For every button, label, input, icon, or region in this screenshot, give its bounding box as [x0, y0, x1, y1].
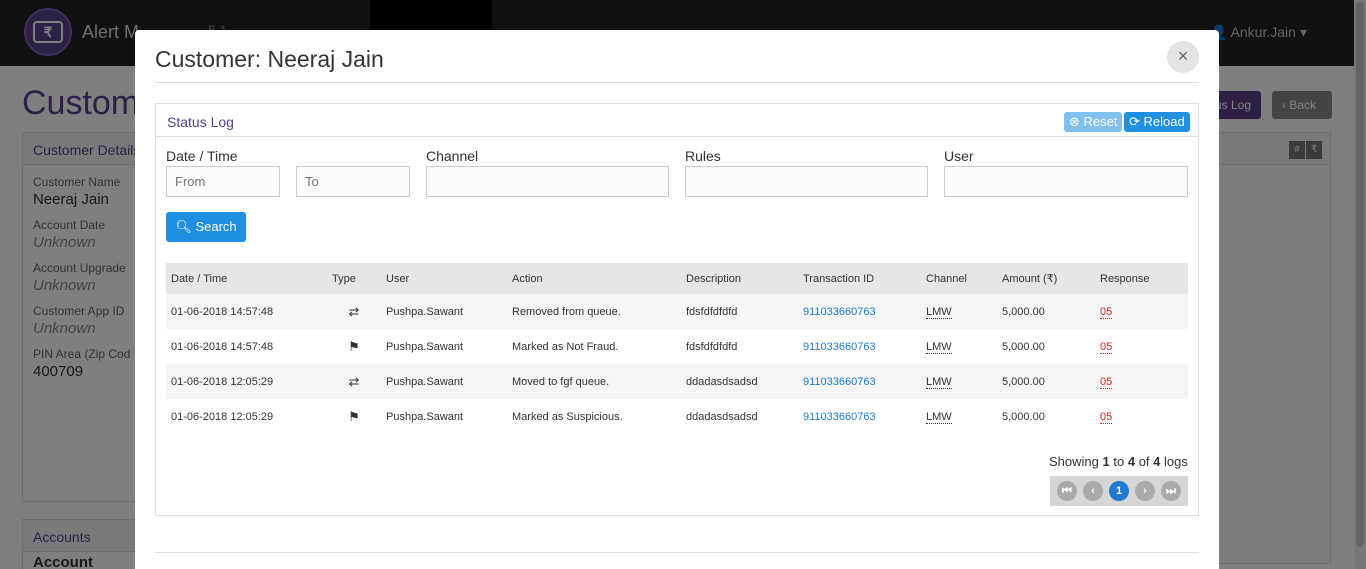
cell-datetime: 01-06-2018 14:57:48 — [171, 305, 274, 318]
search-icon: 🔍︎ — [175, 219, 196, 234]
table-row: 01-06-2018 14:57:48 ⇄ Pushpa.Sawant Remo… — [166, 294, 1188, 329]
reset-icon: ⊗ — [1069, 114, 1084, 129]
cell-amount: 5,000.00 — [1002, 410, 1045, 423]
transfer-icon: ⇄ — [348, 303, 360, 319]
search-button[interactable]: 🔍︎ Search — [166, 212, 246, 242]
modal-title: Customer: Neeraj Jain — [155, 46, 384, 72]
cell-action: Marked as Suspicious. — [512, 410, 623, 423]
col-header[interactable]: Description — [681, 273, 798, 285]
prev-page-icon[interactable]: ‹ — [1083, 481, 1103, 501]
reset-button[interactable]: ⊗ Reset — [1064, 112, 1123, 132]
to-date-input[interactable] — [296, 166, 410, 197]
cell-user: Pushpa.Sawant — [386, 305, 464, 318]
rules-input[interactable] — [685, 166, 928, 197]
panel-title: Status Log — [167, 114, 234, 130]
cell-description: fdsfdfdfdfd — [686, 340, 738, 353]
cell-datetime: 01-06-2018 12:05:29 — [171, 410, 274, 423]
cell-amount: 5,000.00 — [1002, 340, 1045, 353]
col-header[interactable]: Response — [1095, 273, 1185, 285]
page-number[interactable]: 1 — [1109, 481, 1129, 501]
customer-modal: Customer: Neeraj Jain × Status Log ⊗ Res… — [135, 30, 1219, 569]
user-input[interactable] — [944, 166, 1188, 197]
cell-channel: LMW — [926, 340, 952, 354]
showing-prefix: Showing — [1049, 454, 1099, 469]
cell-response: 05 — [1100, 410, 1113, 424]
table-row: 01-06-2018 12:05:29 ⚑ Pushpa.Sawant Mark… — [166, 399, 1188, 434]
search-label: Search — [195, 219, 237, 234]
reload-icon: ⟳ — [1129, 114, 1144, 129]
cell-channel: LMW — [926, 305, 952, 319]
cell-description: ddadasdsadsd — [686, 410, 758, 423]
col-header[interactable]: Channel — [921, 273, 997, 285]
cell-action: Removed from queue. — [512, 305, 621, 318]
close-icon[interactable]: × — [1167, 41, 1199, 73]
status-log-panel: Status Log ⊗ Reset ⟳ Reload Date / Time … — [155, 103, 1199, 516]
showing-suffix: logs — [1164, 454, 1188, 469]
col-header[interactable]: Action — [507, 273, 681, 285]
rules-label: Rules — [685, 148, 721, 164]
cell-datetime: 01-06-2018 12:05:29 — [171, 375, 274, 388]
showing-to-word: to — [1113, 454, 1125, 469]
col-header[interactable]: Type — [327, 273, 381, 285]
showing-of-word: of — [1138, 454, 1150, 469]
table-row: 01-06-2018 12:05:29 ⇄ Pushpa.Sawant Move… — [166, 364, 1188, 399]
from-date-input[interactable] — [166, 166, 280, 197]
transaction-link[interactable]: 911033660763 — [803, 376, 876, 388]
cell-response: 05 — [1100, 340, 1113, 354]
date-label: Date / Time — [166, 148, 238, 164]
cell-channel: LMW — [926, 410, 952, 424]
transaction-link[interactable]: 911033660763 — [803, 411, 876, 423]
cell-datetime: 01-06-2018 14:57:48 — [171, 340, 274, 353]
col-header[interactable]: Amount (₹) — [997, 272, 1095, 285]
showing-to: 4 — [1127, 454, 1136, 469]
last-page-icon[interactable]: ⏭ — [1161, 481, 1181, 501]
showing-from: 1 — [1102, 454, 1110, 469]
status-log-table: Date / Time Type User Action Description… — [166, 263, 1188, 434]
flag-icon: ⚑ — [348, 338, 360, 354]
divider — [155, 552, 1199, 553]
table-body: 01-06-2018 14:57:48 ⇄ Pushpa.Sawant Remo… — [166, 294, 1188, 434]
reload-label: Reload — [1143, 114, 1185, 129]
reload-button[interactable]: ⟳ Reload — [1124, 112, 1190, 132]
channel-input[interactable] — [426, 166, 669, 197]
reset-label: Reset — [1083, 114, 1118, 129]
cell-amount: 5,000.00 — [1002, 305, 1045, 318]
cell-action: Marked as Not Fraud. — [512, 340, 619, 353]
pagination-summary: Showing 1 to 4 of 4 logs — [1049, 454, 1188, 469]
col-header[interactable]: Transaction ID — [798, 273, 921, 285]
cell-description: ddadasdsadsd — [686, 375, 758, 388]
cell-response: 05 — [1100, 305, 1113, 319]
transfer-icon: ⇄ — [348, 373, 360, 389]
table-header: Date / Time Type User Action Description… — [166, 263, 1188, 294]
cell-user: Pushpa.Sawant — [386, 375, 464, 388]
transaction-link[interactable]: 911033660763 — [803, 341, 876, 353]
cell-action: Moved to fgf queue. — [512, 375, 610, 388]
channel-label: Channel — [426, 148, 479, 164]
pagination: ⏮ ‹ 1 › ⏭ — [1050, 476, 1188, 506]
cell-amount: 5,000.00 — [1002, 375, 1045, 388]
transaction-link[interactable]: 911033660763 — [803, 306, 876, 318]
cell-channel: LMW — [926, 375, 952, 389]
col-header[interactable]: User — [381, 273, 507, 285]
cell-response: 05 — [1100, 375, 1113, 389]
cell-description: fdsfdfdfdfd — [686, 305, 738, 318]
showing-total: 4 — [1153, 454, 1161, 469]
user-label: User — [944, 148, 974, 164]
first-page-icon[interactable]: ⏮ — [1057, 481, 1077, 501]
col-header[interactable]: Date / Time — [166, 273, 327, 285]
table-row: 01-06-2018 14:57:48 ⚑ Pushpa.Sawant Mark… — [166, 329, 1188, 364]
flag-icon: ⚑ — [348, 408, 360, 424]
cell-user: Pushpa.Sawant — [386, 410, 464, 423]
cell-user: Pushpa.Sawant — [386, 340, 464, 353]
next-page-icon[interactable]: › — [1135, 481, 1155, 501]
status-log-header: Status Log ⊗ Reset ⟳ Reload — [156, 104, 1198, 137]
divider — [155, 82, 1199, 83]
